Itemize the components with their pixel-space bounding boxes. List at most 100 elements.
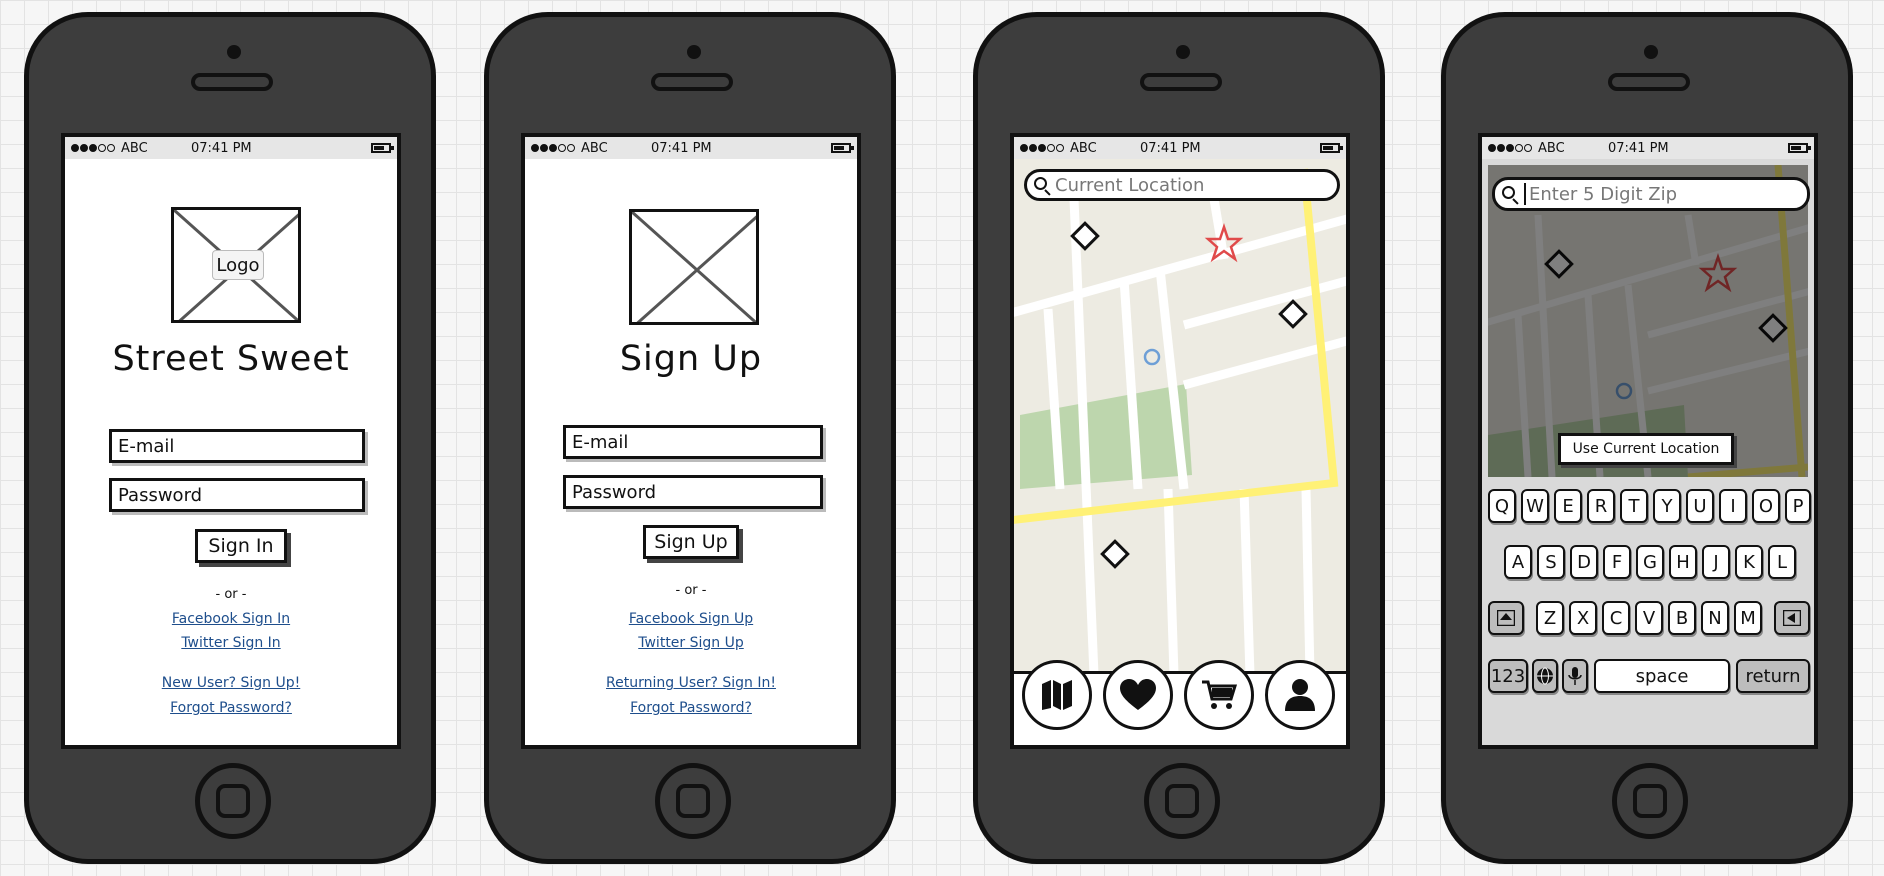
- sign-in-button[interactable]: Sign In: [195, 529, 287, 563]
- email-input[interactable]: E-mail: [109, 429, 365, 463]
- key-u[interactable]: U: [1686, 489, 1714, 523]
- location-dot-icon: [1143, 348, 1161, 366]
- tab-bar: [1014, 660, 1346, 745]
- key-j[interactable]: J: [1702, 545, 1730, 579]
- battery-icon: [371, 143, 394, 153]
- status-bar: ABC 07:41 PM: [525, 137, 857, 159]
- map-markers: [1070, 221, 1308, 569]
- returning-user-sign-in-link[interactable]: Returning User? Sign In!: [525, 675, 857, 691]
- key-g[interactable]: G: [1636, 545, 1664, 579]
- facebook-sign-up-link[interactable]: Facebook Sign Up: [525, 611, 857, 627]
- camera: [1176, 45, 1190, 59]
- speaker: [651, 73, 733, 91]
- key-e[interactable]: E: [1554, 489, 1582, 523]
- or-divider: - or -: [675, 583, 707, 598]
- key-o[interactable]: O: [1752, 489, 1780, 523]
- signal-icon: [531, 144, 575, 152]
- logo-image: [629, 209, 759, 325]
- battery-icon: [831, 143, 854, 153]
- password-input[interactable]: Password: [563, 475, 823, 509]
- key-y[interactable]: Y: [1653, 489, 1681, 523]
- shift-key[interactable]: [1488, 601, 1524, 635]
- tab-cart[interactable]: [1184, 660, 1254, 730]
- globe-key[interactable]: [1532, 659, 1558, 693]
- diamond-pin-icon: [1070, 221, 1100, 251]
- password-input[interactable]: Password: [109, 478, 365, 512]
- key-k[interactable]: K: [1735, 545, 1763, 579]
- email-input[interactable]: E-mail: [563, 425, 823, 459]
- key-a[interactable]: A: [1504, 545, 1532, 579]
- tab-favorites[interactable]: [1103, 660, 1173, 730]
- tab-map[interactable]: [1022, 660, 1092, 730]
- use-current-location-button[interactable]: Use Current Location: [1558, 433, 1734, 465]
- logo-label: Logo: [212, 250, 264, 280]
- clock: 07:41 PM: [191, 140, 252, 156]
- map-icon: [1042, 680, 1072, 710]
- forgot-password-link[interactable]: Forgot Password?: [65, 700, 397, 716]
- signup-screen: ABC 07:41 PM Sign Up E-mail Password Sig…: [521, 133, 861, 749]
- signal-icon: [1488, 144, 1532, 152]
- key-b[interactable]: B: [1668, 601, 1696, 635]
- logo-image: Logo: [171, 207, 301, 323]
- key-x[interactable]: X: [1569, 601, 1597, 635]
- speaker: [191, 73, 273, 91]
- clock: 07:41 PM: [1608, 140, 1669, 156]
- text-cursor: [1524, 183, 1526, 205]
- user-icon: [1285, 679, 1315, 711]
- carrier-label: ABC: [121, 140, 148, 156]
- carrier-label: ABC: [1538, 140, 1565, 156]
- backspace-icon: [1783, 610, 1801, 626]
- home-button[interactable]: [195, 763, 271, 839]
- phone-map: ABC 07:41 PM Current Location: [973, 12, 1385, 864]
- cart-icon: [1202, 680, 1237, 709]
- status-bar: ABC 07:41 PM: [65, 137, 397, 159]
- zip-search-input[interactable]: Enter 5 Digit Zip: [1492, 177, 1810, 211]
- key-r[interactable]: R: [1587, 489, 1615, 523]
- key-l[interactable]: L: [1768, 545, 1796, 579]
- diamond-pin-icon: [1100, 539, 1130, 569]
- home-button[interactable]: [1144, 763, 1220, 839]
- facebook-sign-in-link[interactable]: Facebook Sign In: [65, 611, 397, 627]
- return-key[interactable]: return: [1736, 659, 1810, 693]
- zip-screen: ABC 07:41 PM Enter 5 Digit Zip Use Curre…: [1478, 133, 1818, 749]
- key-s[interactable]: S: [1537, 545, 1565, 579]
- forgot-password-link[interactable]: Forgot Password?: [525, 700, 857, 716]
- space-key[interactable]: space: [1594, 659, 1730, 693]
- status-bar: ABC 07:41 PM: [1014, 137, 1346, 159]
- key-d[interactable]: D: [1570, 545, 1598, 579]
- key-f[interactable]: F: [1603, 545, 1631, 579]
- home-button[interactable]: [655, 763, 731, 839]
- star-pin-icon: [1204, 223, 1244, 263]
- key-n[interactable]: N: [1701, 601, 1729, 635]
- search-icon: [1502, 186, 1515, 199]
- key-v[interactable]: V: [1635, 601, 1663, 635]
- twitter-sign-up-link[interactable]: Twitter Sign Up: [525, 635, 857, 651]
- signal-icon: [71, 144, 115, 152]
- key-h[interactable]: H: [1669, 545, 1697, 579]
- microphone-key[interactable]: [1562, 659, 1588, 693]
- key-m[interactable]: M: [1734, 601, 1762, 635]
- new-user-sign-up-link[interactable]: New User? Sign Up!: [65, 675, 397, 691]
- twitter-sign-in-link[interactable]: Twitter Sign In: [65, 635, 397, 651]
- camera: [687, 45, 701, 59]
- tab-profile[interactable]: [1265, 660, 1335, 730]
- speaker: [1140, 73, 1222, 91]
- clock: 07:41 PM: [651, 140, 712, 156]
- map-view[interactable]: Current Location: [1014, 159, 1346, 671]
- key-p[interactable]: P: [1785, 489, 1811, 523]
- key-t[interactable]: T: [1620, 489, 1648, 523]
- backspace-key[interactable]: [1774, 601, 1810, 635]
- signal-icon: [1020, 144, 1064, 152]
- key-q[interactable]: Q: [1488, 489, 1516, 523]
- numbers-key[interactable]: 123: [1488, 659, 1528, 693]
- home-button[interactable]: [1612, 763, 1688, 839]
- key-c[interactable]: C: [1602, 601, 1630, 635]
- key-i[interactable]: I: [1719, 489, 1747, 523]
- key-z[interactable]: Z: [1536, 601, 1564, 635]
- key-w[interactable]: W: [1521, 489, 1549, 523]
- sign-up-button[interactable]: Sign Up: [643, 525, 739, 559]
- location-search-input[interactable]: Current Location: [1024, 169, 1340, 201]
- phone-zip: ABC 07:41 PM Enter 5 Digit Zip Use Curre…: [1441, 12, 1853, 864]
- carrier-label: ABC: [1070, 140, 1097, 156]
- map-dim-overlay: [1488, 165, 1808, 477]
